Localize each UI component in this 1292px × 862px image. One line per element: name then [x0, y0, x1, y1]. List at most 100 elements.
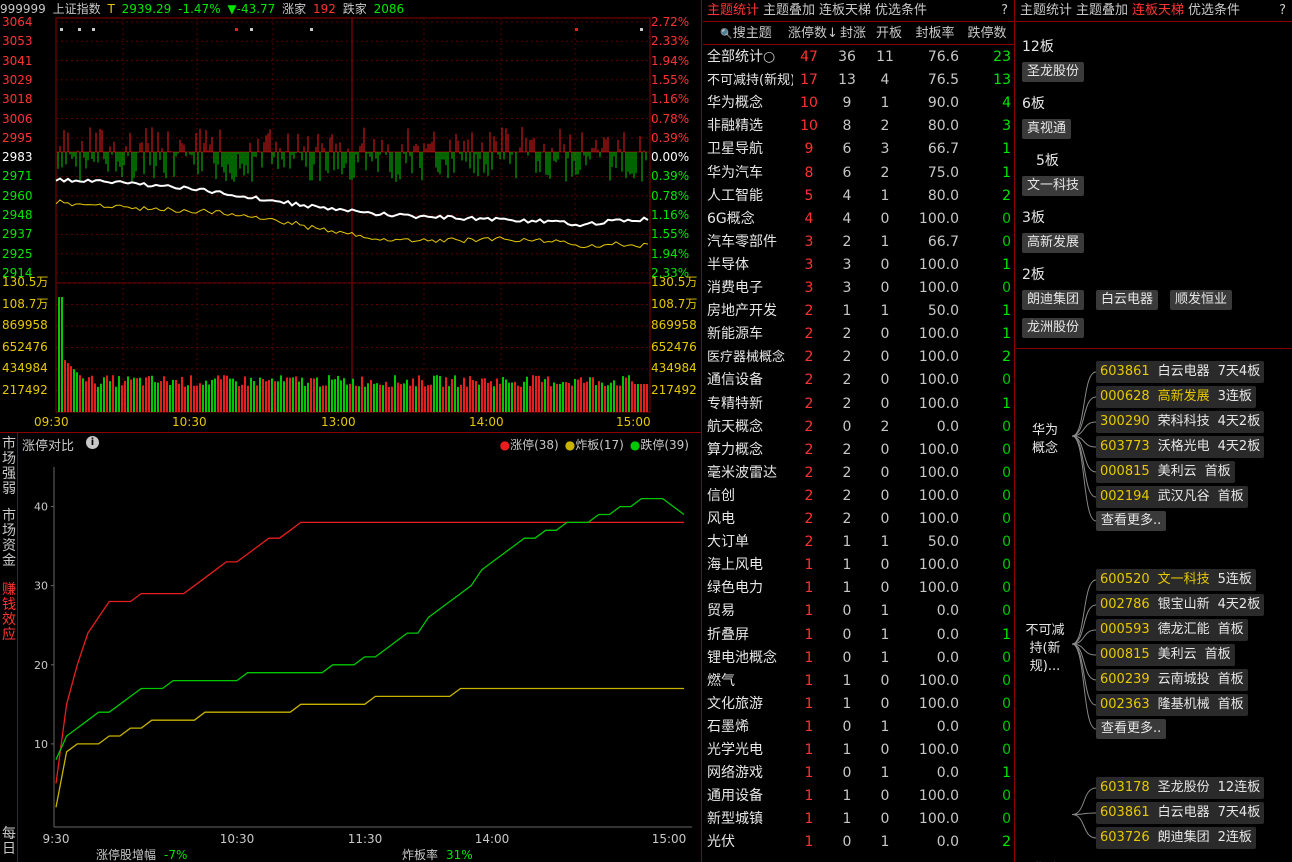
column-header-1[interactable]: 涨停数↓: [787, 23, 839, 45]
group-stock-item[interactable]: 000628 高新发展 3连板: [1096, 386, 1256, 408]
group-stock-item[interactable]: 600520 文一科技 5连板: [1096, 569, 1256, 591]
theme-row[interactable]: 新型城镇 1 1 0 100.0 0: [703, 808, 1015, 831]
theme-row[interactable]: 通用设备 1 1 0 100.0 0: [703, 785, 1015, 808]
theme-row[interactable]: 通信设备 2 2 0 100.0 0: [703, 369, 1015, 392]
column-header-2[interactable]: 封涨: [837, 23, 869, 45]
theme-row[interactable]: 汽车零部件 3 2 1 66.7 0: [703, 231, 1015, 254]
volume-bar: [262, 379, 264, 412]
group-stock-item[interactable]: 603861 白云电器 7天4板: [1096, 802, 1265, 824]
tab-1[interactable]: 主题叠加: [1076, 3, 1128, 18]
ladder-stock-button[interactable]: 顺发恒业: [1170, 290, 1233, 310]
group-stock-item[interactable]: 603861 白云电器 7天4板: [1096, 361, 1265, 383]
view-more-button[interactable]: 查看更多..: [1096, 511, 1167, 531]
intraday-chart-panel[interactable]: 999999 上证指数 T 2939.29 -1.47% ▼-43.77 涨家 …: [0, 0, 702, 432]
theme-row[interactable]: 新能源车 2 2 0 100.0 1: [703, 323, 1015, 346]
sealed-count: 36: [838, 49, 856, 65]
theme-row[interactable]: 信创 2 2 0 100.0 0: [703, 485, 1015, 508]
group-stock-item[interactable]: 603773 沃格光电 4天2板: [1096, 436, 1265, 458]
column-header-3[interactable]: 开板: [871, 23, 907, 45]
theme-row[interactable]: 半导体 3 3 0 100.0 1: [703, 254, 1015, 277]
theme-row[interactable]: 全部统计 ○ 47 36 11 76.6 23: [703, 46, 1015, 69]
group-stock-item[interactable]: 603178 圣龙股份 12连板: [1096, 777, 1265, 799]
side-tab-2[interactable]: 赚钱效应: [0, 583, 18, 643]
ladder-stock-button[interactable]: 文一科技: [1022, 176, 1085, 196]
info-icon[interactable]: i: [86, 436, 99, 449]
volume-bar: [253, 381, 255, 412]
circle-icon[interactable]: ○: [763, 46, 775, 69]
theme-row[interactable]: 专精特新 2 2 0 100.0 1: [703, 393, 1015, 416]
theme-row[interactable]: 折叠屏 1 0 1 0.0 1: [703, 624, 1015, 647]
ladder-stock-button[interactable]: 圣龙股份: [1022, 62, 1085, 82]
tab-2[interactable]: 连板天梯: [819, 3, 871, 18]
tab-3[interactable]: 优选条件: [875, 3, 927, 18]
group-stock-item[interactable]: 603726 朗迪集团 2连板: [1096, 827, 1256, 849]
footer-left-value: -7%: [164, 848, 187, 862]
ladder-stock-button[interactable]: 白云电器: [1096, 290, 1159, 310]
theme-row[interactable]: 华为概念 10 9 1 90.0 4: [703, 92, 1015, 115]
view-more-button[interactable]: 查看更多..: [1096, 719, 1167, 739]
side-tab-1[interactable]: 市场资金: [0, 509, 18, 569]
tab-1[interactable]: 主题叠加: [763, 3, 815, 18]
column-header-4[interactable]: 封板率: [909, 23, 961, 45]
theme-row[interactable]: 毫米波雷达 2 2 0 100.0 0: [703, 462, 1015, 485]
theme-row[interactable]: 海上风电 1 1 0 100.0 0: [703, 554, 1015, 577]
tab-0[interactable]: 主题统计: [707, 3, 759, 18]
theme-row[interactable]: 不可减持(新规) 17 13 4 76.5 13: [703, 69, 1015, 92]
theme-row[interactable]: 华为汽车 8 6 2 75.0 1: [703, 162, 1015, 185]
theme-row[interactable]: 人工智能 5 4 1 80.0 2: [703, 185, 1015, 208]
theme-row[interactable]: 网络游戏 1 0 1 0.0 1: [703, 762, 1015, 785]
help-icon[interactable]: ?: [1001, 0, 1008, 22]
group-stock-item[interactable]: 600239 云南城投 首板: [1096, 669, 1248, 691]
theme-row[interactable]: 燃气 1 1 0 100.0 0: [703, 670, 1015, 693]
theme-row[interactable]: 光学光电 1 1 0 100.0 0: [703, 739, 1015, 762]
theme-row[interactable]: 风电 2 2 0 100.0 0: [703, 508, 1015, 531]
theme-row[interactable]: 非融精选 10 8 2 80.0 3: [703, 115, 1015, 138]
volume-bar: [268, 380, 270, 412]
volume-bar: [76, 372, 78, 412]
theme-row[interactable]: 6G概念 4 4 0 100.0 0: [703, 208, 1015, 231]
tab-2[interactable]: 连板天梯: [1132, 3, 1184, 18]
theme-row[interactable]: 房地产开发 2 1 1 50.0 1: [703, 300, 1015, 323]
theme-name: 文化旅游: [707, 695, 763, 712]
seal-rate: 0.0: [936, 834, 959, 851]
price-axis-right-label: 0.00%: [651, 150, 690, 165]
group-stock-item[interactable]: 000593 德龙汇能 首板: [1096, 619, 1248, 641]
theme-search-input[interactable]: 🔍搜主题: [707, 23, 785, 46]
volume-axis-right-label: 434984: [651, 361, 697, 375]
tab-0[interactable]: 主题统计: [1020, 3, 1072, 18]
theme-row[interactable]: 锂电池概念 1 0 1 0.0 0: [703, 647, 1015, 670]
theme-row[interactable]: 消费电子 3 3 0 100.0 0: [703, 277, 1015, 300]
ladder-stock-button[interactable]: 朗迪集团: [1022, 290, 1085, 310]
volume-bar: [592, 377, 594, 412]
theme-row[interactable]: 贸易 1 0 1 0.0 0: [703, 600, 1015, 623]
theme-row[interactable]: 大订单 2 1 1 50.0 0: [703, 531, 1015, 554]
theme-row[interactable]: 算力概念 2 2 0 100.0 0: [703, 439, 1015, 462]
theme-row[interactable]: 文化旅游 1 1 0 100.0 0: [703, 693, 1015, 716]
theme-row[interactable]: 医疗器械概念 2 2 0 100.0 2: [703, 346, 1015, 369]
ladder-stock-button[interactable]: 龙洲股份: [1022, 318, 1085, 338]
volume-bar: [178, 383, 180, 412]
theme-row[interactable]: 卫星导航 9 6 3 66.7 1: [703, 138, 1015, 161]
tab-3[interactable]: 优选条件: [1188, 3, 1240, 18]
side-tab-0[interactable]: 市场强弱: [0, 437, 18, 497]
volume-bar: [604, 385, 606, 412]
theme-row[interactable]: 光伏 1 0 1 0.0 2: [703, 831, 1015, 854]
index-change: ▼-43.77: [227, 2, 276, 16]
ladder-stock-button[interactable]: 真视通: [1022, 119, 1072, 139]
group-stock-item[interactable]: 002194 武汉凡谷 首板: [1096, 486, 1248, 508]
group-stock-item[interactable]: 002786 银宝山新 4天2板: [1096, 594, 1265, 616]
ladder-stock-button[interactable]: 高新发展: [1022, 233, 1085, 253]
group-stock-item[interactable]: 000815 美利云 首板: [1096, 461, 1235, 483]
theme-row[interactable]: 石墨烯 1 0 1 0.0 0: [703, 716, 1015, 739]
theme-row[interactable]: 航天概念 2 0 2 0.0 0: [703, 416, 1015, 439]
limit-up-count: 9: [804, 141, 814, 158]
column-header-5[interactable]: 跌停数: [963, 23, 1011, 45]
group-stock-item[interactable]: 000815 美利云 首板: [1096, 644, 1235, 666]
group-stock-item[interactable]: 300290 荣科科技 4天2板: [1096, 411, 1265, 433]
volume-bar: [520, 386, 522, 412]
help-icon[interactable]: ?: [1279, 0, 1286, 22]
intraday-chart-canvas[interactable]: [0, 0, 702, 432]
side-tab-3[interactable]: 每日: [0, 827, 18, 857]
theme-row[interactable]: 绿色电力 1 1 0 100.0 0: [703, 577, 1015, 600]
group-stock-item[interactable]: 002363 隆基机械 首板: [1096, 694, 1248, 716]
